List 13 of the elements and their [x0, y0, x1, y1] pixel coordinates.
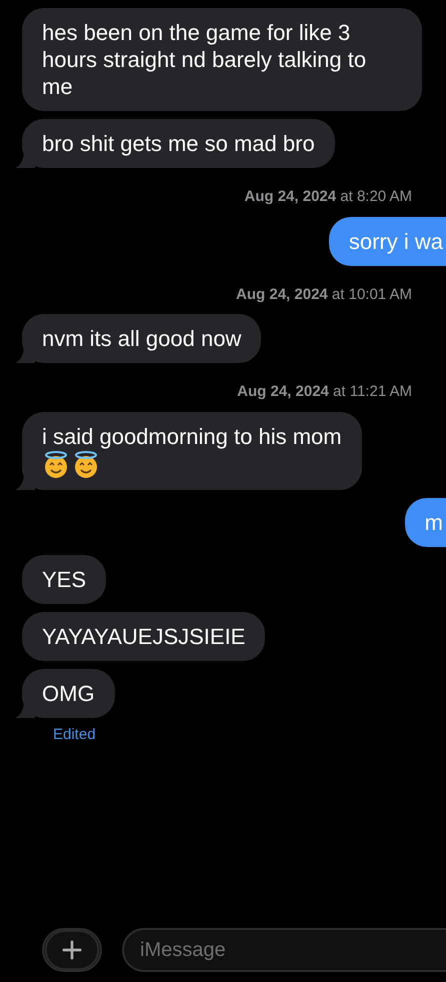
timestamp: Aug 24, 2024 at 11:21 AM [237, 382, 412, 402]
add-button[interactable] [42, 928, 102, 972]
halo-face-icon [42, 450, 70, 479]
message-field[interactable]: iMessage [122, 928, 446, 972]
message-bubble: m [404, 498, 446, 547]
message-bubble: YAYAYAUEJSJSIEIE [22, 612, 266, 661]
message-bubble: hes been on the game for like 3 hours straight nd barely talking to me [22, 8, 422, 111]
timestamp: Aug 24, 2024 at 8:20 AM [244, 187, 412, 207]
edited-label[interactable]: Edited [53, 724, 96, 746]
message-bubble: YES [22, 554, 106, 604]
timestamp: Aug 24, 2024 at 10:01 AM [236, 284, 412, 304]
halo-face-icon [72, 450, 100, 479]
message-bubble: sorry i wa [328, 216, 446, 266]
